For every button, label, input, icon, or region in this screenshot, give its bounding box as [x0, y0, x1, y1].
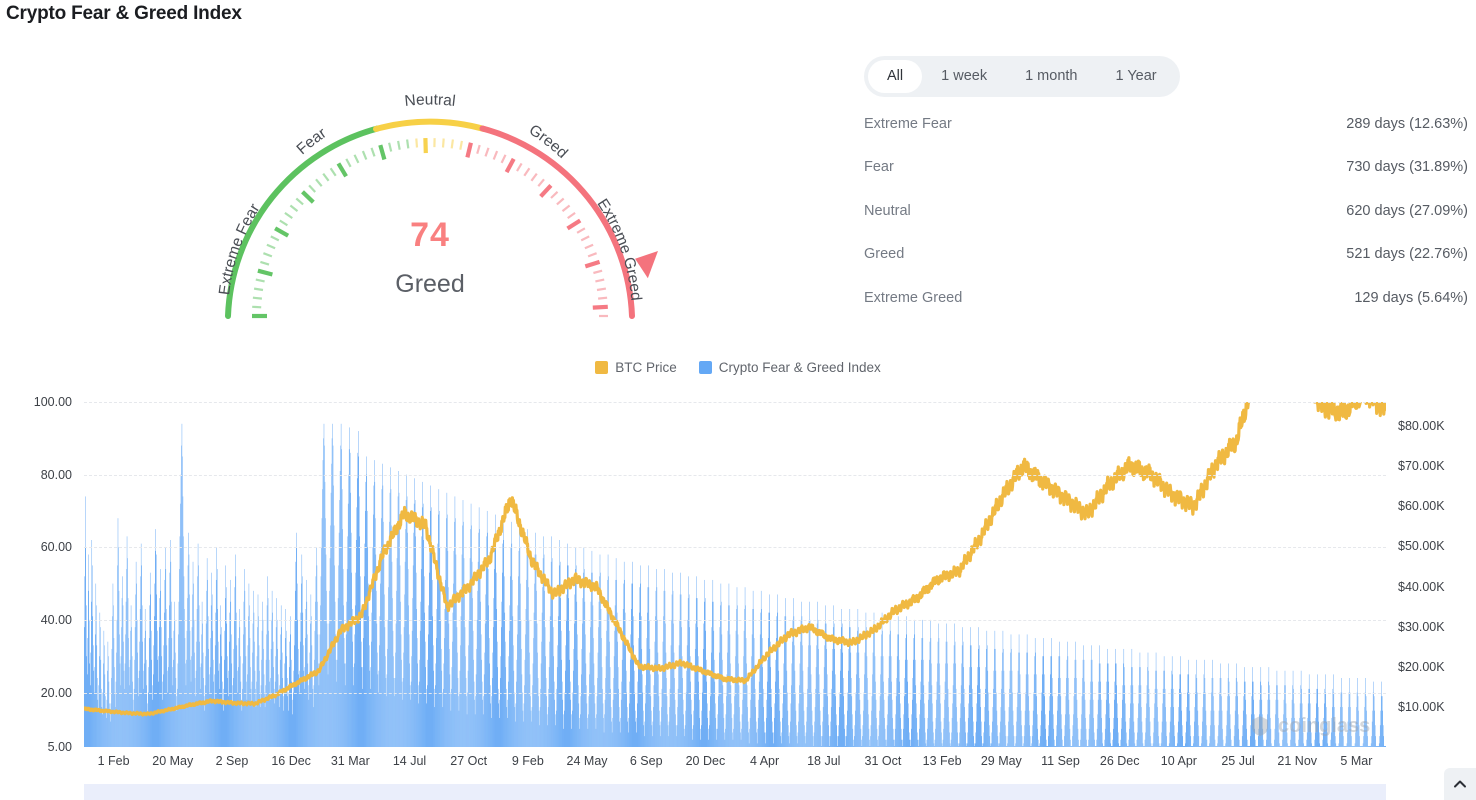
x-axis-tick: 1 Feb: [97, 754, 130, 768]
y-axis-left-tick: 100.00: [33, 395, 72, 409]
gridline: [84, 692, 1386, 694]
x-axis-tick: 24 May: [566, 754, 608, 768]
chart-series-svg: [84, 402, 1386, 747]
sentiment-stat-value: 521 days (22.76%): [1346, 246, 1468, 263]
y-axis-right-tick: $30.00K: [1398, 619, 1445, 634]
x-axis-tick: 31 Oct: [864, 754, 902, 768]
gauge-value: 74: [410, 216, 450, 254]
chart-plot-area[interactable]: [84, 402, 1386, 747]
gauge-classification-label: Greed: [395, 270, 465, 298]
crypto-fear-greed-page: Crypto Fear & Greed Index Extreme Fear F…: [0, 0, 1476, 800]
legend-item[interactable]: Crypto Fear & Greed Index: [698, 360, 881, 375]
sentiment-stat-name: Greed: [864, 246, 905, 263]
x-axis-tick: 18 Jul: [807, 754, 841, 768]
y-axis-left-tick: 80.00: [40, 467, 72, 482]
btc-price-line: [84, 402, 1386, 717]
chevron-up-icon: [1454, 780, 1466, 788]
scroll-to-top-button[interactable]: [1444, 768, 1476, 800]
sentiment-stat-name: Fear: [864, 159, 894, 176]
gridline: [84, 547, 1386, 549]
timeframe-tab-1-year[interactable]: 1 Year: [1096, 60, 1175, 93]
y-axis-left-tick: 20.00: [40, 685, 72, 700]
timeframe-tab-1-week[interactable]: 1 week: [922, 60, 1006, 93]
y-axis-left-tick: 5.00: [47, 740, 72, 754]
chart-range-slider[interactable]: [84, 784, 1386, 800]
y-axis-left-tick: 60.00: [40, 540, 72, 555]
sentiment-stat-row: Extreme Fear 289 days (12.63%): [864, 116, 1468, 159]
x-axis-tick: 21 Nov: [1277, 754, 1318, 768]
x-axis-tick: 14 Jul: [392, 754, 427, 768]
sentiment-stat-row: Neutral 620 days (27.09%): [864, 203, 1468, 246]
x-axis-tick: 27 Oct: [450, 754, 488, 768]
x-axis-tick: 25 Jul: [1221, 754, 1255, 768]
fear-greed-history-chart: 5.00 20.00 40.00 60.00 80.00 100.00 $10.00K $2…: [0, 388, 1476, 800]
x-axis-tick: 26 Dec: [1099, 754, 1140, 768]
x-axis-tick: 4 Apr: [749, 754, 780, 768]
x-axis-tick: 5 Mar: [1340, 754, 1373, 768]
x-axis-tick: 20 May: [152, 754, 194, 768]
sentiment-stat-name: Extreme Fear: [864, 116, 952, 132]
sentiment-stat-row: Fear 730 days (31.89%): [864, 159, 1468, 202]
y-axis-right-tick: $50.00K: [1398, 539, 1445, 554]
y-axis-right-tick: $70.00K: [1398, 459, 1445, 474]
y-axis-right-tick: $60.00K: [1398, 499, 1445, 514]
x-axis-tick: 9 Feb: [511, 754, 544, 768]
legend-label: Crypto Fear & Greed Index: [718, 360, 881, 375]
sentiment-stat-value: 289 days (12.63%): [1346, 116, 1468, 132]
x-axis-tick: 6 Sep: [629, 754, 663, 768]
gridline: [84, 474, 1386, 476]
legend-swatch-icon: [698, 361, 712, 374]
x-axis-tick: 20 Dec: [685, 754, 726, 768]
chart-legend: BTC Price Crypto Fear & Greed Index: [0, 360, 1476, 375]
gauge-zone-label-neutral: Neutral: [404, 91, 457, 110]
legend-swatch-icon: [595, 361, 609, 374]
gridline: [84, 619, 1386, 621]
sentiment-stat-row: Greed 521 days (22.76%): [864, 246, 1468, 289]
x-axis-tick: 31 Mar: [330, 754, 370, 768]
x-axis-tick: 29 May: [980, 754, 1022, 768]
sentiment-stat-row: Extreme Greed 129 days (5.64%): [864, 290, 1468, 333]
y-axis-right-tick: $80.00K: [1398, 419, 1445, 434]
y-axis-right-tick: $20.00K: [1398, 659, 1445, 674]
timeframe-tabs: All 1 week 1 month 1 Year: [864, 56, 1180, 97]
x-axis-tick: 10 Apr: [1160, 754, 1197, 768]
gridline: [84, 402, 1386, 403]
sentiment-stat-value: 129 days (5.64%): [1354, 289, 1468, 306]
y-axis-right-tick: $10.00K: [1398, 699, 1445, 714]
fear-greed-bars: [84, 423, 1386, 747]
sentiment-stats-list: Extreme Fear 289 days (12.63%) Fear 730 day…: [864, 116, 1468, 333]
y-axis-left-tick: 40.00: [40, 612, 72, 627]
y-axis-right-tick: $40.00K: [1398, 579, 1445, 594]
x-axis-tick: 13 Feb: [922, 754, 962, 768]
sentiment-stat-name: Extreme Greed: [864, 289, 963, 306]
sentiment-stat-name: Neutral: [864, 202, 911, 219]
x-axis-tick: 11 Sep: [1041, 754, 1080, 768]
fear-greed-gauge: Extreme Fear Fear Neutral Greed Extreme …: [150, 48, 710, 338]
timeframe-tab-1-month[interactable]: 1 month: [1006, 60, 1096, 93]
sentiment-stat-value: 620 days (27.09%): [1346, 202, 1468, 219]
x-axis-tick: 2 Sep: [215, 754, 249, 768]
legend-item[interactable]: BTC Price: [595, 360, 677, 375]
legend-label: BTC Price: [615, 360, 677, 375]
x-axis-labels: 1 Feb 20 May 2 Sep 16 Dec 31 Mar 14 Jul 27 Oct…: [0, 754, 1476, 776]
gauge-zone-label-greed: Greed: [526, 122, 571, 162]
page-title: Crypto Fear & Greed Index: [6, 3, 242, 24]
timeframe-tab-all[interactable]: All: [868, 60, 923, 93]
x-axis-tick: 16 Dec: [271, 754, 311, 768]
sentiment-stat-value: 730 days (31.89%): [1346, 159, 1468, 176]
